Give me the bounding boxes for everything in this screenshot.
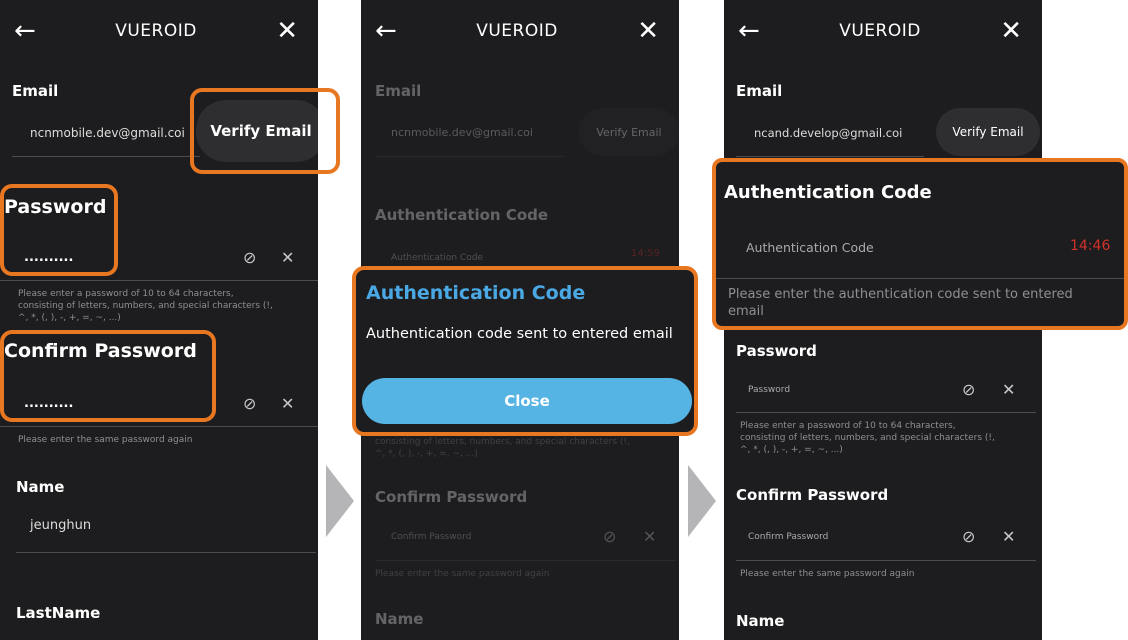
email-underline — [375, 156, 563, 157]
password-help-line: Please enter a password of 10 to 64 char… — [18, 289, 234, 299]
password-underline — [736, 412, 1036, 413]
step-arrow-icon — [688, 465, 716, 537]
password-help-line: consisting of letters, numbers, and spec… — [740, 433, 995, 443]
close-icon[interactable]: ✕ — [1000, 18, 1022, 44]
confirm-underline — [736, 560, 1036, 561]
clear-icon[interactable]: ✕ — [1002, 527, 1015, 546]
close-icon[interactable]: ✕ — [637, 18, 659, 44]
email-label: Email — [375, 82, 422, 100]
auth-help-line: email — [728, 304, 764, 319]
confirm-password-label: Confirm Password — [375, 488, 528, 506]
password-field[interactable]: Password — [748, 384, 790, 396]
name-field[interactable]: jeunghun — [30, 518, 91, 533]
password-help-line: ^, *, (, ), -, +, =, ~, ...) — [18, 313, 121, 323]
lastname-label: LastName — [16, 604, 101, 622]
email-field[interactable]: ncnmobile.dev@gmail.coi — [391, 126, 563, 139]
confirm-underline — [375, 560, 675, 561]
dialog-close-button[interactable]: Close — [362, 378, 692, 424]
title-bar: ← VUEROID ✕ — [0, 0, 318, 62]
name-label: Name — [736, 612, 785, 630]
title-bar: ← VUEROID ✕ — [724, 0, 1042, 62]
confirm-password-label: Confirm Password — [736, 486, 889, 504]
auth-timer: 14:46 — [1070, 238, 1111, 254]
password-help-text: Please enter a password of 10 to 64 char… — [18, 288, 314, 324]
clear-icon[interactable]: ✕ — [281, 248, 294, 267]
highlight-verify-email — [190, 88, 340, 174]
clear-icon[interactable]: ✕ — [281, 394, 294, 413]
confirm-password-underline — [0, 426, 318, 427]
app-title: VUEROID — [476, 21, 558, 41]
confirm-help-text: Please enter the same password again — [18, 435, 193, 445]
auth-code-field[interactable]: Authentication Code — [746, 240, 874, 255]
password-help-line: Please enter a password of 10 to 64 char… — [740, 421, 956, 431]
email-field[interactable]: ncand.develop@gmail.coi — [754, 126, 926, 140]
password-underline — [0, 280, 318, 281]
back-arrow-icon[interactable]: ← — [14, 18, 36, 44]
verify-email-button[interactable]: Verify Email — [579, 108, 679, 156]
dialog-title: Authentication Code — [366, 282, 586, 304]
password-help-text: consisting of letters, numbers, and spec… — [375, 436, 675, 460]
password-help-line: ^, *, (, ), -, +, =, ~, ...) — [375, 449, 478, 459]
confirm-help-text: Please enter the same password again — [375, 569, 550, 579]
back-arrow-icon[interactable]: ← — [375, 18, 397, 44]
email-field[interactable]: ncnmobile.dev@gmail.coi — [30, 126, 198, 140]
password-label: Password — [736, 342, 817, 360]
auth-code-label: Authentication Code — [375, 206, 549, 224]
title-bar: ← VUEROID ✕ — [361, 0, 679, 62]
confirm-password-field[interactable]: Confirm Password — [748, 531, 828, 543]
auth-code-field[interactable]: Authentication Code — [391, 252, 483, 264]
auth-code-highlight-panel: Authentication Code Authentication Code … — [712, 158, 1128, 330]
auth-timer: 14:59 — [631, 248, 660, 259]
password-help-text: Please enter a password of 10 to 64 char… — [740, 420, 1040, 456]
password-help-line: ^, *, (, ), -, +, =, ~, ...) — [740, 445, 843, 455]
dialog-message: Authentication code sent to entered emai… — [366, 326, 673, 342]
email-label: Email — [12, 82, 59, 100]
clear-icon[interactable]: ✕ — [643, 527, 656, 546]
auth-help-line: Please enter the authentication code sen… — [728, 287, 1073, 302]
auth-code-dialog: Authentication Code Authentication code … — [352, 266, 698, 436]
app-title: VUEROID — [839, 21, 921, 41]
eye-off-icon[interactable]: ⊘ — [243, 394, 256, 413]
email-underline — [736, 156, 924, 157]
clear-icon[interactable]: ✕ — [1002, 380, 1015, 399]
highlight-confirm-password — [0, 330, 216, 422]
name-underline — [16, 552, 316, 553]
step-arrow-icon — [326, 465, 354, 537]
password-help-line: consisting of letters, numbers, and spec… — [18, 301, 273, 311]
close-icon[interactable]: ✕ — [276, 18, 298, 44]
eye-off-icon[interactable]: ⊘ — [243, 248, 256, 267]
auth-underline — [716, 278, 1124, 279]
name-label: Name — [16, 478, 65, 496]
name-label: Name — [375, 610, 424, 628]
confirm-password-field[interactable]: Confirm Password — [391, 531, 471, 543]
email-underline — [12, 156, 200, 157]
verify-email-button[interactable]: Verify Email — [936, 108, 1040, 156]
email-label: Email — [736, 82, 783, 100]
confirm-help-text: Please enter the same password again — [740, 569, 915, 579]
eye-off-icon[interactable]: ⊘ — [962, 380, 975, 399]
auth-code-label: Authentication Code — [724, 182, 932, 203]
auth-help-text: Please enter the authentication code sen… — [728, 286, 1118, 320]
highlight-password — [0, 184, 118, 276]
password-help-line: consisting of letters, numbers, and spec… — [375, 437, 630, 447]
back-arrow-icon[interactable]: ← — [738, 18, 760, 44]
eye-off-icon[interactable]: ⊘ — [603, 527, 616, 546]
app-title: VUEROID — [115, 21, 197, 41]
eye-off-icon[interactable]: ⊘ — [962, 527, 975, 546]
